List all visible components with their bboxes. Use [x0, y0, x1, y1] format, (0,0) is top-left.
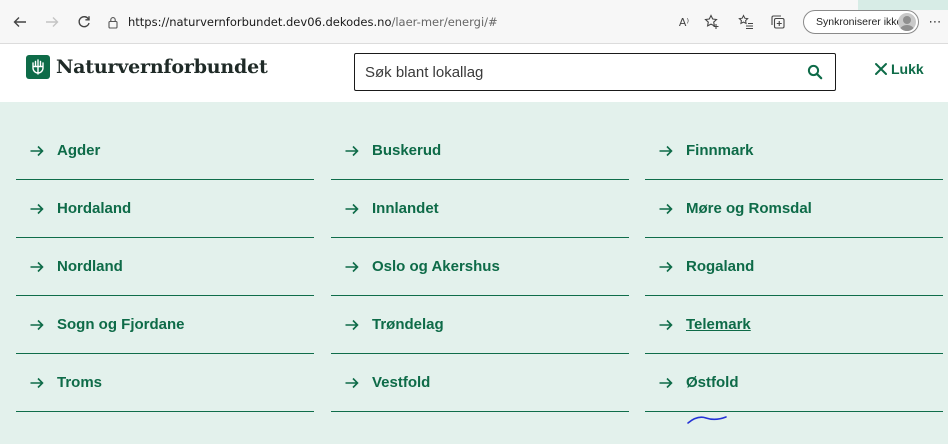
county-link-trondelag[interactable]: Trøndelag	[331, 296, 629, 354]
county-link-hordaland[interactable]: Hordaland	[16, 180, 314, 238]
lock-icon	[104, 13, 122, 31]
arrow-right-icon	[345, 377, 359, 388]
url-host: https://naturvernforbundet.dev06.dekodes…	[128, 15, 392, 29]
search-input[interactable]	[365, 61, 785, 83]
arrow-right-icon	[345, 145, 359, 156]
county-label: Østfold	[686, 374, 739, 391]
search-field[interactable]	[354, 53, 836, 91]
arrow-right-icon	[345, 203, 359, 214]
county-link-ostfold[interactable]: Østfold	[645, 354, 943, 412]
close-button[interactable]: Lukk	[874, 61, 924, 77]
star-plus-icon	[704, 14, 719, 29]
reload-button[interactable]	[74, 12, 94, 32]
county-label: Trøndelag	[372, 316, 444, 333]
star-list-icon	[738, 14, 753, 30]
sync-status-label: Synkroniserer ikke	[816, 16, 903, 28]
county-link-rogaland[interactable]: Rogaland	[645, 238, 943, 296]
county-link-more-og-romsdal[interactable]: Møre og Romsdal	[645, 180, 943, 238]
county-link-agder[interactable]: Agder	[16, 122, 314, 180]
site-header: Naturvernforbundet Lukk	[0, 44, 948, 102]
county-label: Rogaland	[686, 258, 755, 275]
site-logo[interactable]: Naturvernforbundet	[26, 55, 268, 79]
forward-button[interactable]	[42, 12, 62, 32]
favorites-button[interactable]	[732, 12, 760, 32]
county-link-oslo-og-akershus[interactable]: Oslo og Akershus	[331, 238, 629, 296]
read-aloud-button[interactable]: A⁾	[670, 12, 698, 32]
arrow-right-icon	[30, 203, 44, 214]
county-label: Nordland	[57, 258, 123, 275]
profile-avatar-icon	[898, 13, 916, 31]
arrow-right-icon	[30, 261, 44, 272]
arrow-right-icon	[46, 17, 59, 27]
window-corner-tint	[858, 0, 948, 10]
arrow-right-icon	[659, 261, 673, 272]
county-link-vestfold[interactable]: Vestfold	[331, 354, 629, 412]
county-label: Agder	[57, 142, 101, 159]
arrow-left-icon	[13, 17, 26, 27]
county-link-buskerud[interactable]: Buskerud	[331, 122, 629, 180]
arrow-right-icon	[345, 261, 359, 272]
county-label: Vestfold	[372, 374, 431, 391]
county-label: Oslo og Akershus	[372, 258, 500, 275]
address-bar[interactable]: https://naturvernforbundet.dev06.dekodes…	[104, 8, 664, 36]
sync-status-button[interactable]: Synkroniserer ikke	[803, 10, 919, 34]
url-path: /laer-mer/energi/#	[391, 15, 498, 29]
more-menu-button[interactable]: ⋯	[926, 12, 944, 32]
close-label: Lukk	[891, 61, 924, 77]
favorite-add-button[interactable]	[698, 12, 726, 32]
site-logo-text: Naturvernforbundet	[56, 56, 268, 78]
county-link-nordland[interactable]: Nordland	[16, 238, 314, 296]
county-label: Hordaland	[57, 200, 132, 217]
county-link-troms[interactable]: Troms	[16, 354, 314, 412]
county-link-telemark[interactable]: Telemark	[645, 296, 943, 354]
arrow-right-icon	[659, 145, 673, 156]
arrow-right-icon	[30, 145, 44, 156]
county-label: Innlandet	[372, 200, 439, 217]
county-label: Telemark	[686, 316, 751, 333]
county-link-sogn-og-fjordane[interactable]: Sogn og Fjordane	[16, 296, 314, 354]
ink-annotation-stroke	[687, 416, 727, 424]
tree-logo-icon	[26, 55, 50, 79]
arrow-right-icon	[659, 203, 673, 214]
arrow-right-icon	[30, 377, 44, 388]
back-button[interactable]	[10, 12, 30, 32]
search-icon[interactable]	[807, 64, 823, 80]
county-label: Sogn og Fjordane	[57, 316, 185, 333]
close-icon	[875, 63, 887, 75]
county-link-innlandet[interactable]: Innlandet	[331, 180, 629, 238]
arrow-right-icon	[345, 319, 359, 330]
collections-button[interactable]	[764, 12, 792, 32]
county-label: Troms	[57, 374, 103, 391]
county-label: Møre og Romsdal	[686, 200, 812, 217]
arrow-right-icon	[659, 377, 673, 388]
arrow-right-icon	[659, 319, 673, 330]
county-label: Buskerud	[372, 142, 442, 159]
arrow-right-icon	[30, 319, 44, 330]
county-list-panel: Agder Buskerud Finnmark Hordaland Innlan…	[0, 102, 948, 444]
county-link-finnmark[interactable]: Finnmark	[645, 122, 943, 180]
reload-icon	[78, 16, 90, 28]
collections-icon	[771, 15, 785, 29]
county-label: Finnmark	[686, 142, 754, 159]
browser-toolbar: https://naturvernforbundet.dev06.dekodes…	[0, 0, 948, 44]
